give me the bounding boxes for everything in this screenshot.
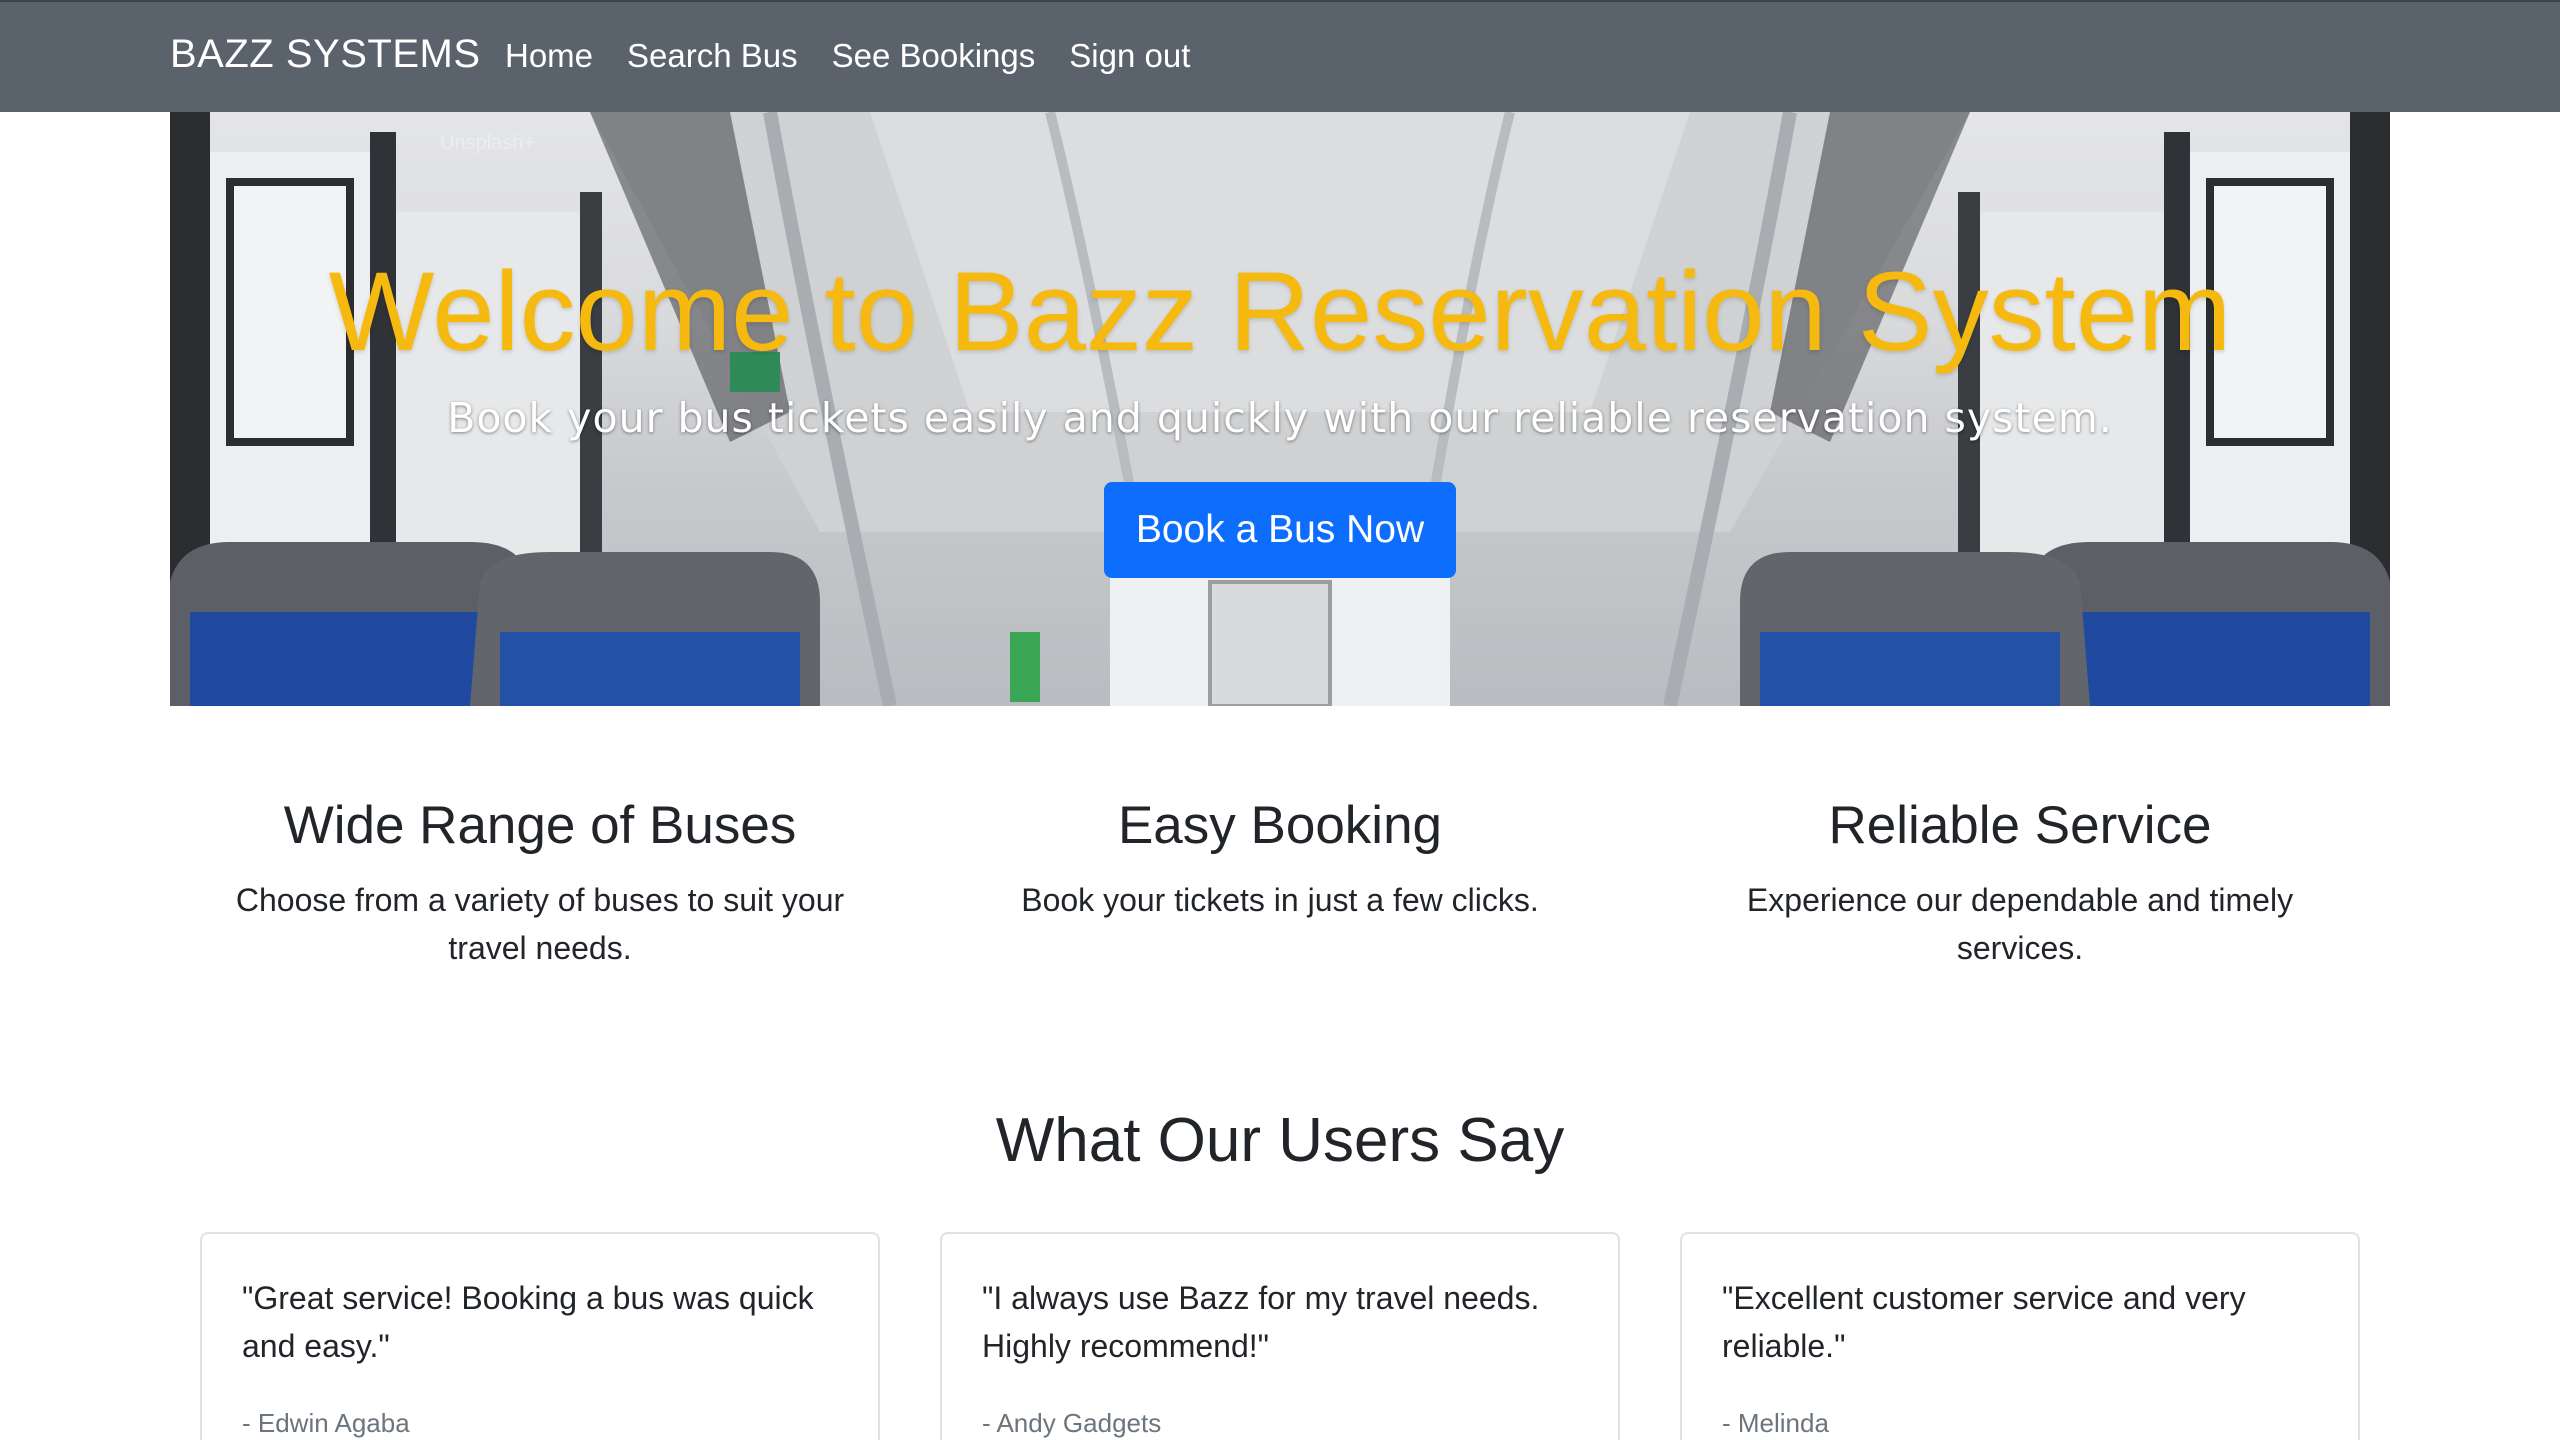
unsplash-watermark: Unsplash+ (440, 132, 536, 154)
nav-link-sign-out[interactable]: Sign out (1069, 37, 1190, 75)
feature-easy-booking: Easy Booking Book your tickets in just a… (930, 795, 1630, 924)
testimonial-card: "Great service! Booking a bus was quick … (200, 1232, 880, 1440)
feature-wide-range: Wide Range of Buses Choose from a variet… (190, 795, 890, 972)
hero-title: Welcome to Bazz Reservation System (328, 249, 2232, 374)
feature-title: Easy Booking (1117, 796, 1443, 855)
testimonial-quote: "Excellent customer service and very rel… (1722, 1280, 2246, 1364)
testimonials-title: What Our Users Say (995, 1106, 1565, 1175)
feature-reliable-service: Reliable Service Experience our dependab… (1670, 795, 2370, 972)
testimonial-card: "Excellent customer service and very rel… (1680, 1232, 2360, 1440)
hero-subtitle: Book your bus tickets easily and quickly… (447, 394, 2113, 442)
feature-title: Reliable Service (1828, 796, 2212, 855)
book-a-bus-now-button[interactable]: Book a Bus Now (1104, 482, 1456, 578)
navbar: BAZZ SYSTEMS Home Search Bus See Booking… (0, 0, 2560, 112)
testimonial-quote: "I always use Bazz for my travel needs. … (982, 1280, 1540, 1364)
nav-links: Home Search Bus See Bookings Sign out (505, 37, 1190, 75)
feature-title: Wide Range of Buses (283, 796, 797, 855)
feature-text: Choose from a variety of buses to suit y… (235, 882, 845, 966)
nav-link-search-bus[interactable]: Search Bus (627, 37, 798, 75)
nav-link-see-bookings[interactable]: See Bookings (832, 37, 1036, 75)
brand-logo-link[interactable]: BAZZ SYSTEMS (170, 32, 481, 77)
testimonial-quote: "Great service! Booking a bus was quick … (242, 1280, 814, 1364)
hero-banner: Unsplash+ Welcome to Bazz Reservation Sy… (170, 112, 2390, 706)
nav-link-home[interactable]: Home (505, 37, 593, 75)
testimonial-author: - Edwin Agaba (242, 1408, 410, 1438)
testimonial-card: "I always use Bazz for my travel needs. … (940, 1232, 1620, 1440)
feature-text: Book your tickets in just a few clicks. (1021, 882, 1539, 918)
testimonial-author: - Andy Gadgets (982, 1408, 1162, 1438)
testimonial-author: - Melinda (1722, 1408, 1829, 1438)
feature-text: Experience our dependable and timely ser… (1746, 882, 2294, 966)
